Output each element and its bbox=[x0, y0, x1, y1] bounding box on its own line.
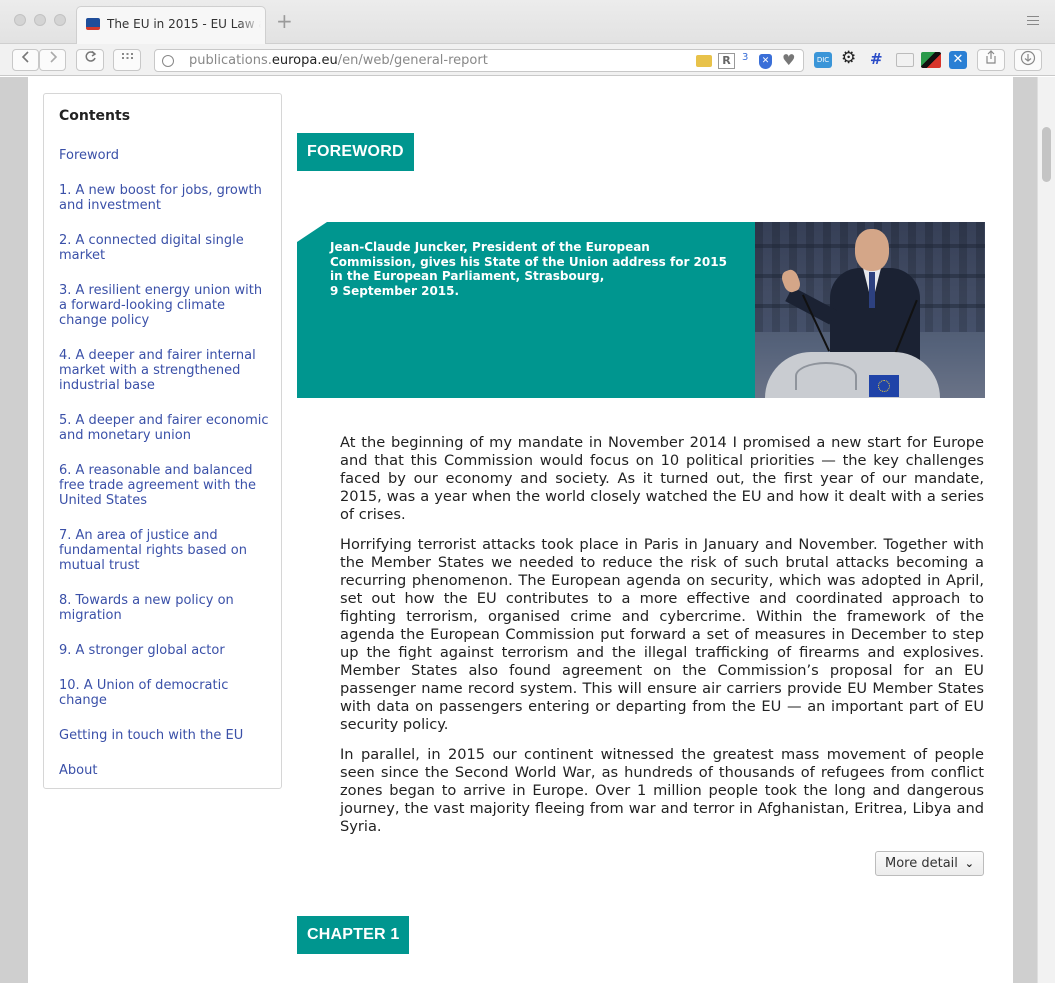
toc-link-chapter-5[interactable]: 5. A deeper and fairer economic and mone… bbox=[59, 413, 269, 443]
folder-icon[interactable] bbox=[696, 55, 712, 67]
heart-icon[interactable]: ♥ bbox=[782, 52, 795, 68]
paragraph: In parallel, in 2015 our continent witne… bbox=[340, 746, 984, 835]
banner-caption: Jean-Claude Juncker, President of the Eu… bbox=[330, 240, 730, 298]
forward-button[interactable] bbox=[39, 49, 66, 71]
new-tab-button[interactable]: + bbox=[276, 11, 293, 31]
toc-link-chapter-4[interactable]: 4. A deeper and fairer internal market w… bbox=[59, 348, 269, 393]
hashtag-icon[interactable]: # bbox=[870, 51, 883, 67]
downloads-button[interactable] bbox=[1014, 49, 1042, 71]
page-gutter-left bbox=[0, 77, 28, 983]
list-item: 10. A Union of democratic change bbox=[59, 678, 269, 708]
x-extension-icon[interactable]: ✕ bbox=[949, 51, 967, 69]
list-item: About bbox=[59, 763, 269, 778]
flag-extension-icon[interactable] bbox=[921, 52, 941, 68]
share-icon bbox=[986, 50, 996, 64]
foreword-banner: Jean-Claude Juncker, President of the Eu… bbox=[297, 222, 985, 398]
list-item: 1. A new boost for jobs, growth and inve… bbox=[59, 183, 269, 213]
speed-dial-button[interactable] bbox=[113, 49, 141, 71]
list-item: Getting in touch with the EU bbox=[59, 728, 269, 743]
vertical-scrollbar[interactable] bbox=[1037, 77, 1055, 983]
reload-button[interactable] bbox=[76, 49, 104, 71]
contents-heading: Contents bbox=[59, 108, 131, 124]
toc-link-chapter-10[interactable]: 10. A Union of democratic change bbox=[59, 678, 269, 708]
foreword-text: At the beginning of my mandate in Novemb… bbox=[340, 434, 984, 848]
speech-bubble-icon[interactable] bbox=[896, 53, 914, 67]
badge-count: 3 bbox=[742, 52, 749, 63]
eu-favicon-icon bbox=[86, 18, 100, 30]
contents-sidebar: Contents Foreword 1. A new boost for job… bbox=[43, 93, 282, 789]
page-gutter-right bbox=[1013, 77, 1037, 983]
browser-toolbar: publications.europa.eu/en/web/general-re… bbox=[0, 44, 1055, 76]
list-item: 2. A connected digital single market bbox=[59, 233, 269, 263]
download-icon bbox=[1020, 50, 1036, 66]
toc-link-chapter-1[interactable]: 1. A new boost for jobs, growth and inve… bbox=[59, 183, 269, 213]
eu-flag-icon bbox=[869, 375, 899, 397]
toc-link-chapter-9[interactable]: 9. A stronger global actor bbox=[59, 643, 269, 658]
paragraph: Horrifying terrorist attacks took place … bbox=[340, 536, 984, 733]
toc-link-foreword[interactable]: Foreword bbox=[59, 148, 269, 163]
toc-link-getting-in-touch[interactable]: Getting in touch with the EU bbox=[59, 728, 269, 743]
chevron-right-icon bbox=[49, 51, 57, 63]
chevron-down-icon: ⌄ bbox=[964, 857, 974, 870]
caption-line: Commission, gives his State of the Union… bbox=[330, 254, 727, 269]
url-text[interactable]: publications.europa.eu/en/web/general-re… bbox=[189, 53, 488, 68]
tab-title: The EU in 2015 - EU Law and Publications bbox=[107, 17, 261, 31]
tabs-overview-icon[interactable] bbox=[1027, 16, 1039, 26]
close-window-button[interactable] bbox=[14, 14, 26, 26]
more-detail-button[interactable]: More detail ⌄ bbox=[875, 851, 984, 876]
paragraph: At the beginning of my mandate in Novemb… bbox=[340, 434, 984, 523]
toc-link-chapter-2[interactable]: 2. A connected digital single market bbox=[59, 233, 269, 263]
caption-line: in the European Parliament, Strasbourg, bbox=[330, 269, 605, 283]
minimize-window-button[interactable] bbox=[34, 14, 46, 26]
chevron-left-icon bbox=[21, 51, 29, 63]
browser-titlebar: The EU in 2015 - EU Law and Publications… bbox=[0, 0, 1055, 44]
list-item: 5. A deeper and fairer economic and mone… bbox=[59, 413, 269, 443]
shield-icon[interactable]: ✕ bbox=[759, 54, 772, 69]
toc-link-chapter-3[interactable]: 3. A resilient energy union with a forwa… bbox=[59, 283, 269, 328]
list-item: 9. A stronger global actor bbox=[59, 643, 269, 658]
list-item: 4. A deeper and fairer internal market w… bbox=[59, 348, 269, 393]
list-item: 8. Towards a new policy on migration bbox=[59, 593, 269, 623]
gear-icon[interactable]: ⚙ bbox=[841, 50, 856, 67]
more-detail-label: More detail bbox=[885, 856, 958, 871]
list-item: 7. An area of justice and fundamental ri… bbox=[59, 528, 269, 573]
toc-link-chapter-6[interactable]: 6. A reasonable and balanced free trade … bbox=[59, 463, 269, 508]
globe-icon bbox=[162, 55, 174, 67]
share-button[interactable] bbox=[977, 49, 1005, 71]
caption-line: 9 September 2015. bbox=[330, 283, 460, 298]
extension-dict-icon[interactable]: DIC bbox=[814, 52, 832, 68]
foreword-heading: FOREWORD bbox=[297, 133, 414, 171]
scrollbar-thumb[interactable] bbox=[1042, 127, 1051, 182]
toc-link-chapter-7[interactable]: 7. An area of justice and fundamental ri… bbox=[59, 528, 269, 573]
chapter-1-heading: CHAPTER 1 bbox=[297, 916, 410, 954]
list-item: Foreword bbox=[59, 148, 269, 163]
back-button[interactable] bbox=[12, 49, 39, 71]
juncker-photo bbox=[755, 222, 985, 398]
readability-icon[interactable]: R bbox=[718, 53, 735, 69]
toc-link-chapter-8[interactable]: 8. Towards a new policy on migration bbox=[59, 593, 269, 623]
list-item: 3. A resilient energy union with a forwa… bbox=[59, 283, 269, 328]
page-content: Contents Foreword 1. A new boost for job… bbox=[28, 77, 1013, 983]
list-item: 6. A reasonable and balanced free trade … bbox=[59, 463, 269, 508]
contents-list: Foreword 1. A new boost for jobs, growth… bbox=[59, 148, 269, 798]
grid-icon bbox=[121, 53, 133, 59]
caption-line: Jean-Claude Juncker, President of the Eu… bbox=[330, 240, 650, 254]
zoom-window-button[interactable] bbox=[54, 14, 66, 26]
browser-tab[interactable]: The EU in 2015 - EU Law and Publications bbox=[76, 6, 266, 44]
reload-icon bbox=[85, 50, 96, 62]
address-bar[interactable]: publications.europa.eu/en/web/general-re… bbox=[154, 49, 804, 72]
toc-link-about[interactable]: About bbox=[59, 763, 269, 778]
banner-notch bbox=[297, 222, 327, 242]
